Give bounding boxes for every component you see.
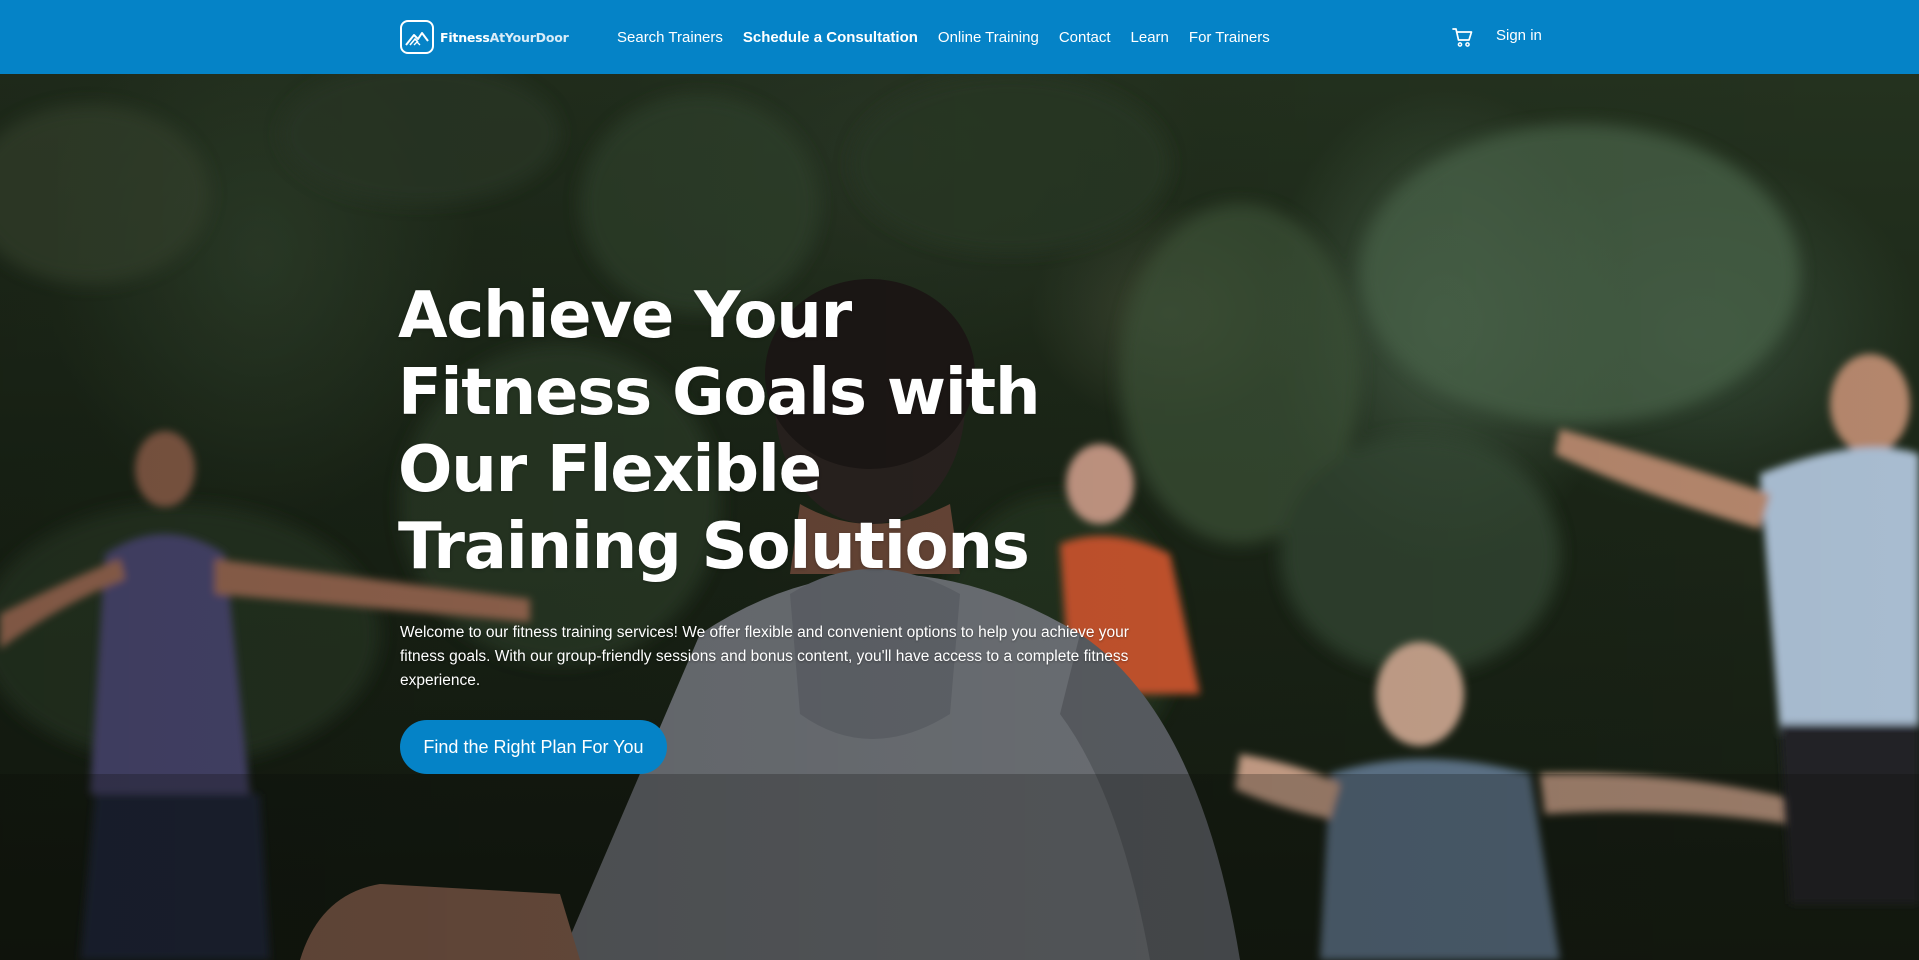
- logo-wordmark: FitnessAtYourDoor: [440, 30, 569, 45]
- nav-search-trainers[interactable]: Search Trainers: [617, 29, 723, 46]
- shopping-cart-icon[interactable]: [1451, 25, 1475, 49]
- logo-name-light: AtYourDoor: [489, 29, 569, 45]
- nav-learn[interactable]: Learn: [1131, 29, 1169, 46]
- nav-contact[interactable]: Contact: [1059, 29, 1111, 46]
- nav-for-trainers[interactable]: For Trainers: [1189, 29, 1270, 46]
- nav-schedule-consultation[interactable]: Schedule a Consultation: [743, 29, 918, 46]
- hero-title: Achieve Your Fitness Goals with Our Flex…: [398, 279, 1041, 584]
- hero-section: Achieve Your Fitness Goals with Our Flex…: [0, 74, 1919, 960]
- sign-in-link[interactable]: Sign in: [1496, 27, 1542, 44]
- hero-subtitle: Welcome to our fitness training services…: [400, 624, 1129, 689]
- nav-online-training[interactable]: Online Training: [938, 29, 1039, 46]
- logo-name-bold: Fitness: [440, 29, 490, 45]
- find-plan-button[interactable]: Find the Right Plan For You: [400, 720, 667, 774]
- top-navbar: FitnessAtYourDoor Search Trainers Schedu…: [0, 0, 1919, 74]
- site-logo[interactable]: FitnessAtYourDoor: [400, 20, 569, 54]
- logo-mountain-icon: [400, 20, 434, 54]
- main-nav: Search Trainers Schedule a Consultation …: [617, 0, 1290, 74]
